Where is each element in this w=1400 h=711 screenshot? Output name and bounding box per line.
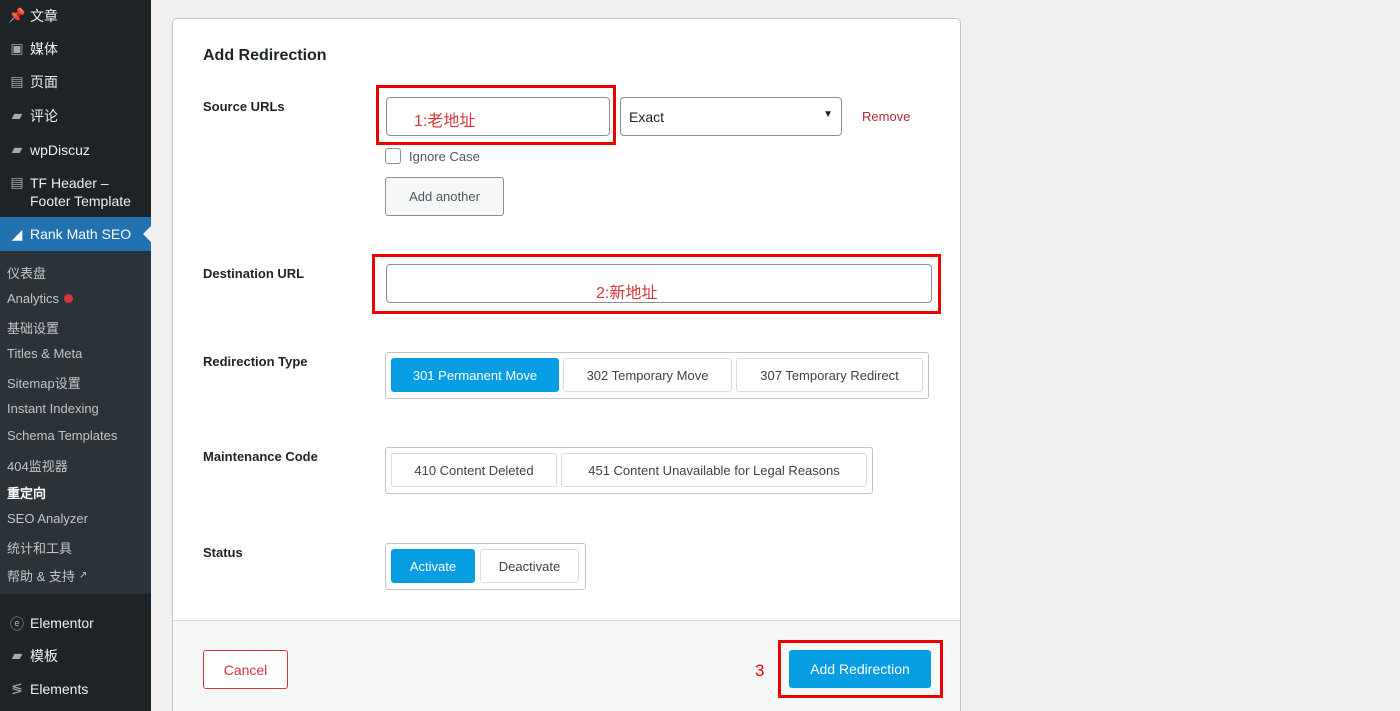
submenu-item-redirections[interactable]: 重定向 xyxy=(7,483,46,502)
submenu-label: Schema Templates xyxy=(7,428,118,443)
annotation-box-submit xyxy=(778,640,943,698)
active-indicator xyxy=(143,226,151,242)
activate-button[interactable]: Activate xyxy=(391,549,475,583)
comment-icon: ▰ xyxy=(11,107,23,123)
remove-link[interactable]: Remove xyxy=(862,109,910,124)
match-type-value: Exact xyxy=(629,108,665,125)
sidebar-item-label: Elementor xyxy=(30,615,94,631)
redirect-301-button[interactable]: 301 Permanent Move xyxy=(391,358,559,392)
chevron-down-icon: ▼ xyxy=(823,109,833,120)
page-icon: ▤ xyxy=(10,73,24,89)
external-link-icon: ↗ xyxy=(78,570,88,581)
redirection-type-group: 301 Permanent Move 302 Temporary Move 30… xyxy=(385,352,929,399)
sidebar-item-tf-header[interactable]: ▤ TF Header – Footer Template xyxy=(0,174,151,210)
ignore-case-label: Ignore Case xyxy=(409,148,480,164)
ignore-case-checkbox[interactable] xyxy=(385,148,401,164)
submenu-label: 帮助 & 支持 xyxy=(7,569,75,584)
sidebar-item-elements[interactable]: ≶ Elements xyxy=(0,680,151,698)
code-410-button[interactable]: 410 Content Deleted xyxy=(391,453,557,487)
sidebar-item-label: Rank Math SEO xyxy=(30,226,132,242)
destination-url-label: Destination URL xyxy=(203,266,305,281)
submenu-item-seo-analyzer[interactable]: SEO Analyzer xyxy=(7,511,88,526)
comment-icon: ▰ xyxy=(11,141,23,157)
submenu-label: 仪表盘 xyxy=(7,266,47,281)
sidebar-item-media[interactable]: ▣ 媒体 xyxy=(0,40,151,58)
submenu-label: SEO Analyzer xyxy=(7,511,88,526)
elements-icon: ≶ xyxy=(11,680,23,696)
elementor-icon: ⓔ xyxy=(10,616,24,632)
code-451-button[interactable]: 451 Content Unavailable for Legal Reason… xyxy=(561,453,867,487)
redirection-type-label: Redirection Type xyxy=(203,354,308,369)
sidebar-item-elementor[interactable]: ⓔ Elementor xyxy=(0,614,151,634)
sidebar-item-label: Elements xyxy=(30,681,89,697)
submenu-item-instant-indexing[interactable]: Instant Indexing xyxy=(7,401,99,416)
form-title: Add Redirection xyxy=(203,47,327,64)
submenu-label: 重定向 xyxy=(7,486,47,501)
sidebar-item-label: TF Header – Footer Template xyxy=(30,175,131,209)
submenu-item-general-settings[interactable]: 基础设置 xyxy=(7,318,59,337)
submenu-item-dashboard[interactable]: 仪表盘 xyxy=(7,263,46,282)
maintenance-code-group: 410 Content Deleted 451 Content Unavaila… xyxy=(385,447,873,494)
sidebar-item-wpdiscuz[interactable]: ▰ wpDiscuz xyxy=(0,141,151,159)
submenu-item-titles-meta[interactable]: Titles & Meta xyxy=(7,346,82,361)
sidebar-item-label: 文章 xyxy=(30,8,58,24)
page-icon: ▤ xyxy=(10,174,24,190)
submenu-label: Analytics xyxy=(7,291,60,306)
deactivate-button[interactable]: Deactivate xyxy=(480,549,579,583)
sidebar-item-label: 页面 xyxy=(30,74,58,90)
submenu-item-sitemap[interactable]: Sitemap设置 xyxy=(7,373,81,392)
submenu-label: 统计和工具 xyxy=(7,541,73,556)
maintenance-code-label: Maintenance Code xyxy=(203,449,318,464)
sidebar-item-templates[interactable]: ▰ 模板 xyxy=(0,647,151,665)
sidebar-item-label: 模板 xyxy=(30,648,58,664)
submenu-label: Instant Indexing xyxy=(7,401,99,416)
ignore-case-row[interactable]: Ignore Case xyxy=(385,148,480,164)
submenu-label: 基础设置 xyxy=(7,321,60,336)
sidebar-item-label: 媒体 xyxy=(30,41,58,57)
admin-sidebar: 📌 文章 ▣ 媒体 ▤ 页面 ▰ 评论 ▰ wpDiscuz ▤ TF Head… xyxy=(0,0,151,711)
sidebar-item-posts[interactable]: 📌 文章 xyxy=(0,7,151,25)
annotation-box-destination xyxy=(372,254,941,314)
status-label: Status xyxy=(203,545,243,560)
folder-icon: ▰ xyxy=(11,647,23,663)
sidebar-item-pages[interactable]: ▤ 页面 xyxy=(0,73,151,91)
cancel-button[interactable]: Cancel xyxy=(203,650,288,689)
sidebar-item-label: wpDiscuz xyxy=(30,142,90,158)
add-another-button[interactable]: Add another xyxy=(385,177,504,216)
media-icon: ▣ xyxy=(10,40,24,56)
submenu-label: Sitemap设置 xyxy=(7,376,81,391)
notification-dot xyxy=(64,294,74,303)
redirect-302-button[interactable]: 302 Temporary Move xyxy=(563,358,732,392)
pin-icon: 📌 xyxy=(8,7,26,23)
rank-math-submenu: 仪表盘 Analytics 基础设置 Titles & Meta Sitemap… xyxy=(0,251,151,594)
redirect-307-button[interactable]: 307 Temporary Redirect xyxy=(736,358,923,392)
sidebar-item-label: 评论 xyxy=(30,108,58,124)
submenu-label: Titles & Meta xyxy=(7,346,83,361)
submenu-item-help[interactable]: 帮助 & 支持 ↗ xyxy=(7,566,87,585)
rank-math-icon: ◢ xyxy=(11,225,23,242)
submenu-item-status-tools[interactable]: 统计和工具 xyxy=(7,538,72,557)
match-type-select[interactable]: Exact ▼ xyxy=(620,97,842,136)
annotation-step-3: 3 xyxy=(755,661,765,680)
submenu-item-schema-templates[interactable]: Schema Templates xyxy=(7,428,117,443)
sidebar-item-comments[interactable]: ▰ 评论 xyxy=(0,107,151,125)
status-group: Activate Deactivate xyxy=(385,543,586,590)
sidebar-item-rank-math[interactable]: ◢ Rank Math SEO xyxy=(0,217,151,251)
submenu-item-404-monitor[interactable]: 404监视器 xyxy=(7,456,68,475)
submenu-label: 404监视器 xyxy=(7,459,68,474)
source-urls-label: Source URLs xyxy=(203,99,285,114)
annotation-box-source xyxy=(376,85,616,145)
submenu-item-analytics[interactable]: Analytics xyxy=(7,291,74,306)
